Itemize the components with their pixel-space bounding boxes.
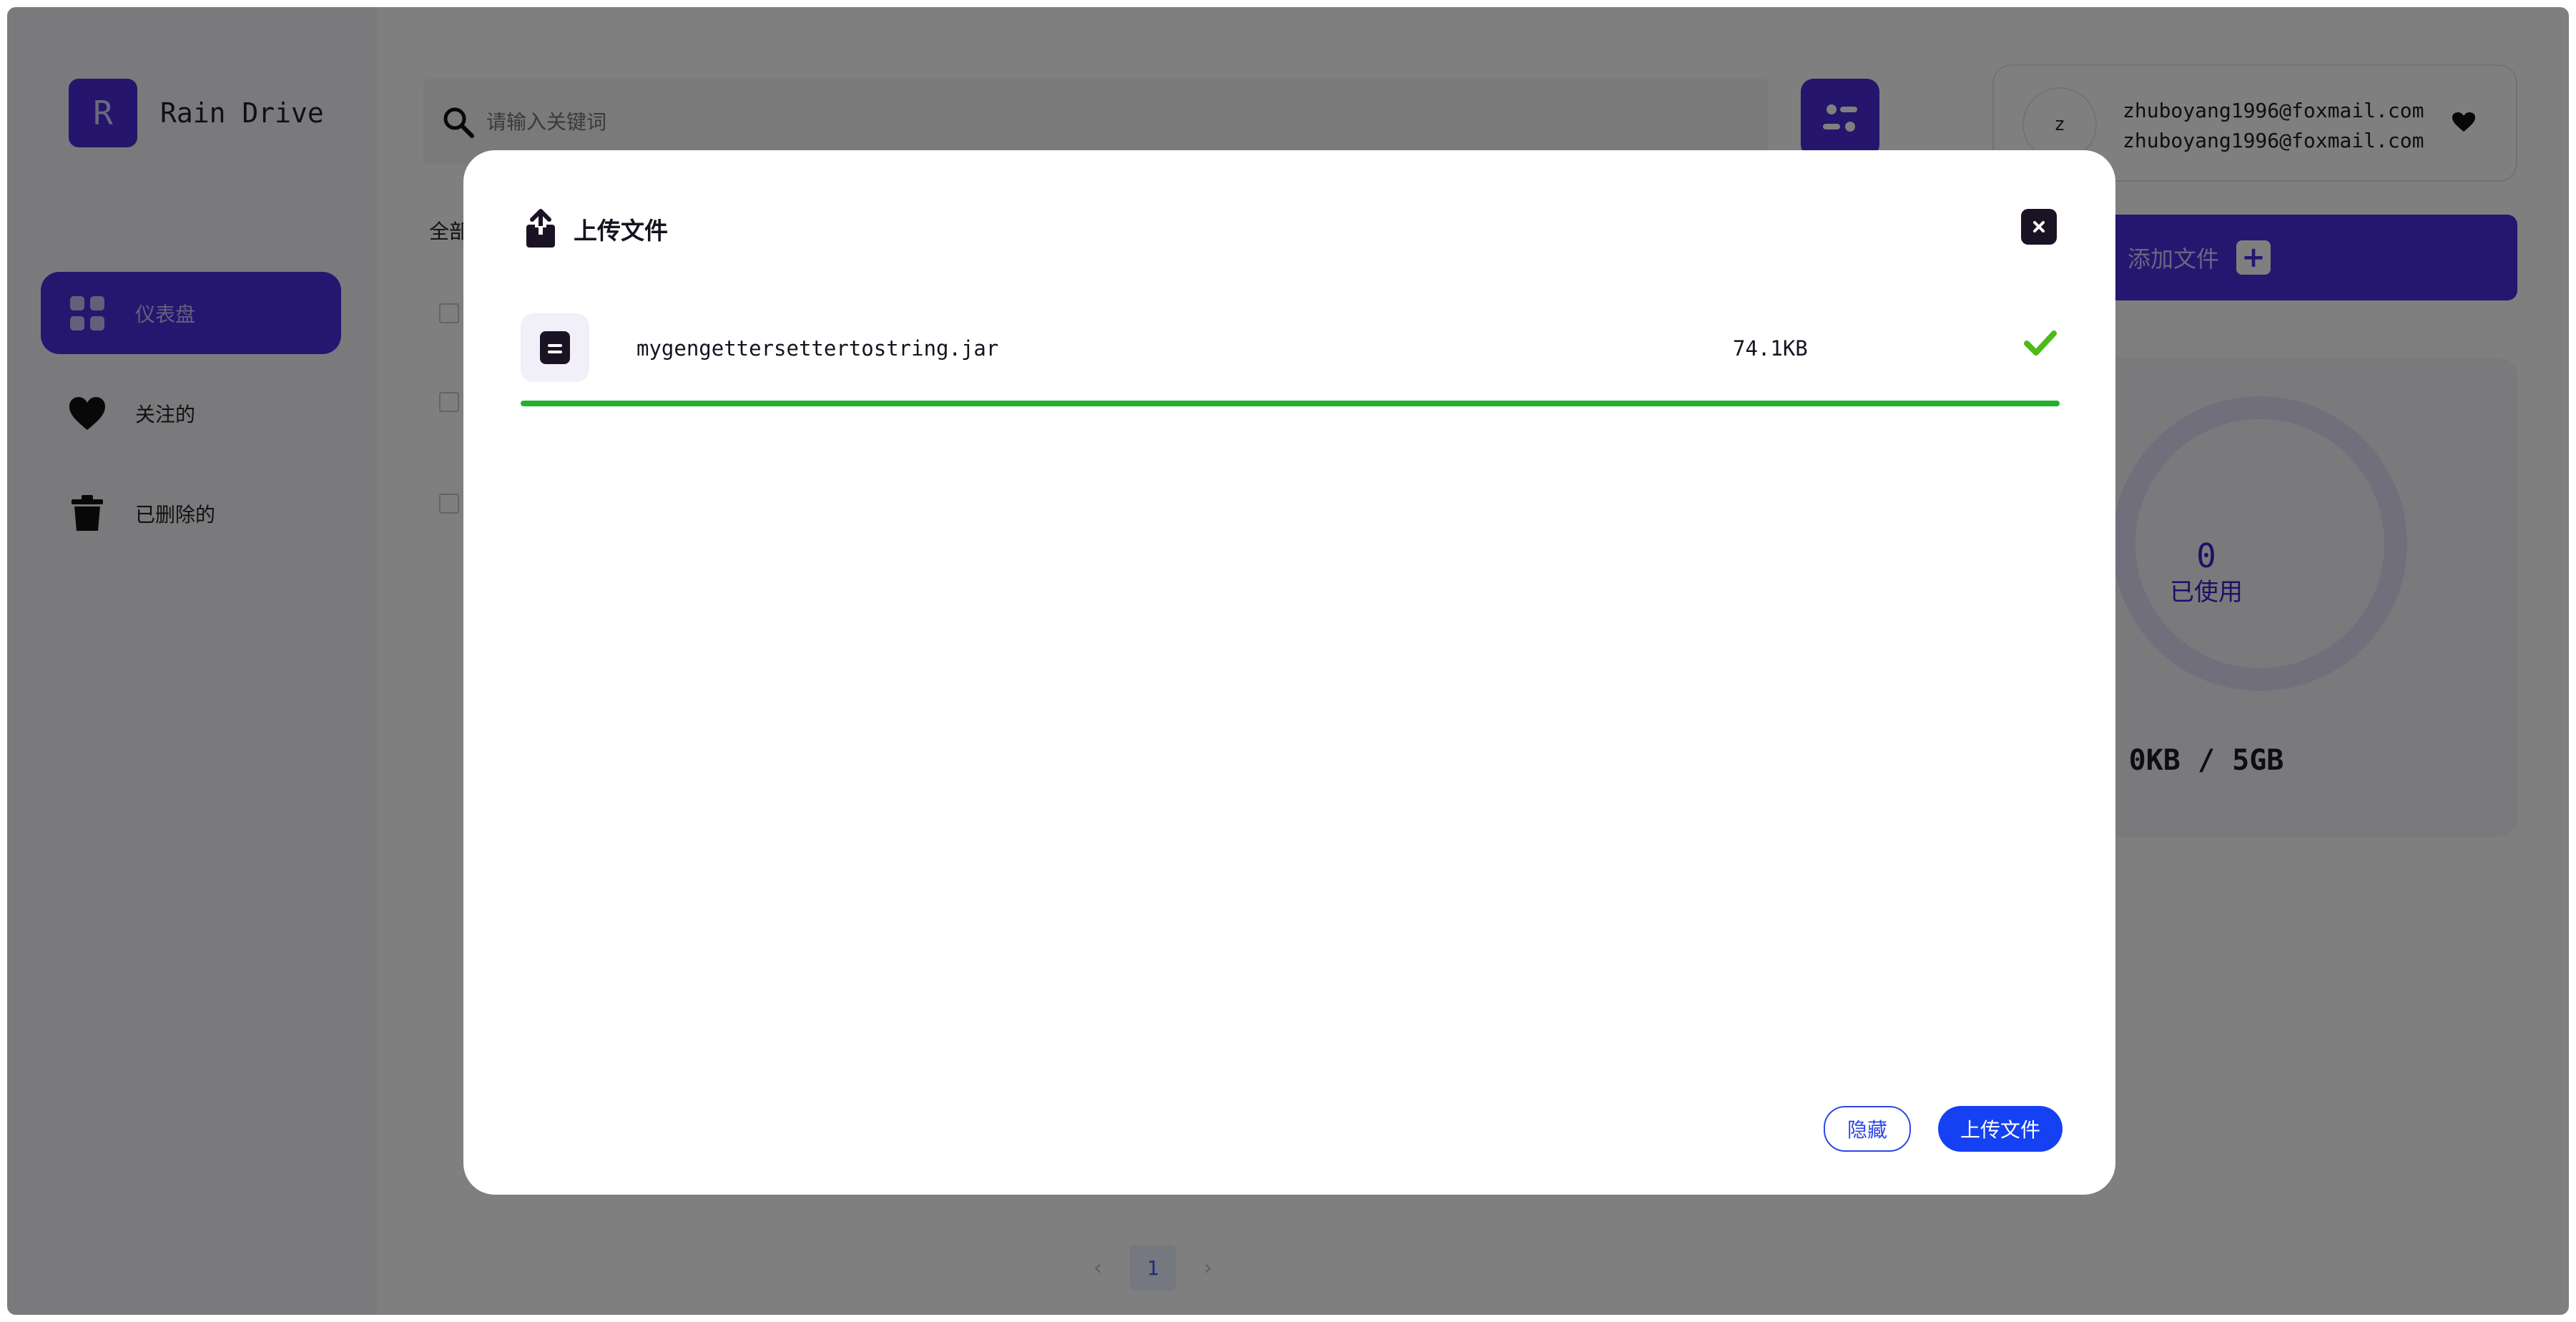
app-window: R Rain Drive 仪表盘 关注的 bbox=[7, 7, 2569, 1315]
close-button[interactable] bbox=[2021, 209, 2057, 245]
file-icon bbox=[521, 313, 589, 382]
upload-modal: 上传文件 mygengettersettertostring.jar 74.1K… bbox=[463, 150, 2115, 1195]
file-name: mygengettersettertostring.jar bbox=[636, 336, 999, 361]
upload-progress-bar bbox=[521, 401, 2060, 406]
check-icon bbox=[2024, 330, 2057, 356]
upload-button[interactable]: 上传文件 bbox=[1938, 1106, 2063, 1152]
modal-title: 上传文件 bbox=[574, 217, 668, 245]
upload-file-row: mygengettersettertostring.jar 74.1KB bbox=[521, 313, 2060, 399]
hide-button[interactable]: 隐藏 bbox=[1824, 1106, 1911, 1152]
upload-progress-fill bbox=[521, 401, 2060, 406]
close-icon bbox=[2033, 221, 2045, 232]
upload-icon bbox=[526, 209, 555, 248]
file-size: 74.1KB bbox=[1733, 336, 1808, 361]
modal-header: 上传文件 bbox=[521, 209, 668, 249]
